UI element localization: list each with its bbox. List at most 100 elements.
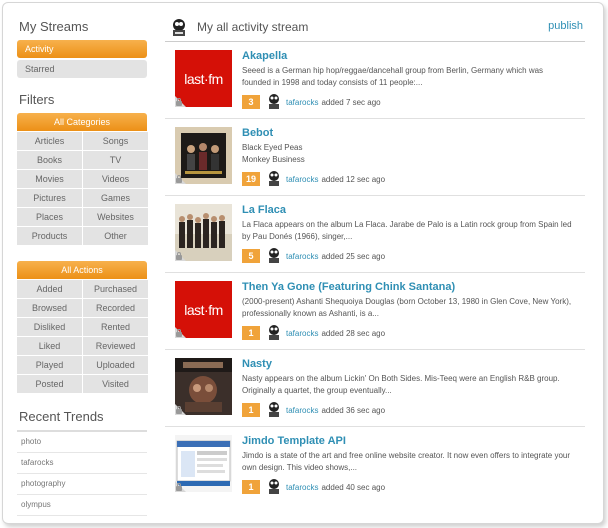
item-description: (2000-present) Ashanti Shequoiya Douglas…: [242, 297, 572, 318]
item-description: Nasty appears on the album Lickin' On Bo…: [242, 374, 560, 395]
action-added[interactable]: Added: [17, 280, 82, 298]
stream-activity[interactable]: Activity: [17, 40, 147, 58]
lock-icon: [176, 406, 182, 414]
action-time: added 12 sec ago: [321, 174, 386, 184]
item-thumbnail[interactable]: [175, 204, 232, 261]
list-item: Nasty Nasty appears on the album Lickin'…: [165, 350, 585, 427]
user-avatar-icon[interactable]: [266, 401, 282, 419]
item-meta: 1 tafarocks added 40 sec ago: [242, 479, 385, 495]
lock-icon: [176, 483, 182, 491]
action-purchased[interactable]: Purchased: [83, 280, 148, 298]
username-link[interactable]: tafarocks: [286, 406, 318, 415]
category-websites[interactable]: Websites: [83, 208, 148, 226]
trend-item[interactable]: photography: [17, 474, 147, 495]
username-link[interactable]: tafarocks: [286, 329, 318, 338]
all-categories-button[interactable]: All Categories: [17, 113, 147, 131]
category-movies[interactable]: Movies: [17, 170, 82, 188]
action-disliked[interactable]: Disliked: [17, 318, 82, 336]
item-meta: 19 tafarocks added 12 sec ago: [242, 171, 385, 187]
streams-heading: My Streams: [19, 19, 89, 34]
item-meta: 1 tafarocks added 28 sec ago: [242, 325, 385, 341]
sidebar: My Streams Activity Starred Filters All …: [17, 15, 148, 516]
lock-icon: [176, 175, 182, 183]
category-books[interactable]: Books: [17, 151, 82, 169]
stream-starred[interactable]: Starred: [17, 60, 147, 78]
stream-header: My all activity stream publish: [165, 13, 585, 42]
publish-link[interactable]: publish: [548, 20, 583, 32]
recent-trends-heading: Recent Trends: [19, 409, 104, 424]
item-description: Black Eyed Peas Monkey Business: [242, 143, 305, 164]
item-thumbnail[interactable]: [175, 358, 232, 415]
count-badge: 1: [242, 326, 260, 340]
item-description: Jimdo is a state of the art and free onl…: [242, 451, 571, 472]
item-thumbnail[interactable]: [175, 435, 232, 492]
action-reviewed[interactable]: Reviewed: [83, 337, 148, 355]
count-badge: 5: [242, 249, 260, 263]
lock-icon: [176, 252, 182, 260]
item-title[interactable]: Akapella: [242, 50, 287, 62]
action-rented[interactable]: Rented: [83, 318, 148, 336]
item-title[interactable]: Jimdo Template API: [242, 435, 346, 447]
trend-item[interactable]: photo: [17, 432, 147, 453]
action-time: added 25 sec ago: [321, 251, 386, 261]
category-places[interactable]: Places: [17, 208, 82, 226]
item-title[interactable]: Nasty: [242, 358, 272, 370]
item-description: Seeed is a German hip hop/reggae/danceha…: [242, 66, 544, 87]
username-link[interactable]: tafarocks: [286, 252, 318, 261]
username-link[interactable]: tafarocks: [286, 483, 318, 492]
list-item: last·fm Akapella Seeed is a German hip h…: [165, 42, 585, 119]
item-meta: 1 tafarocks added 36 sec ago: [242, 402, 385, 418]
category-pictures[interactable]: Pictures: [17, 189, 82, 207]
lock-icon: [176, 98, 182, 106]
action-liked[interactable]: Liked: [17, 337, 82, 355]
action-time: added 40 sec ago: [321, 482, 386, 492]
action-time: added 28 sec ago: [321, 328, 386, 338]
user-avatar[interactable]: [169, 17, 189, 42]
item-title[interactable]: Bebot: [242, 127, 273, 139]
username-link[interactable]: tafarocks: [286, 98, 318, 107]
list-item: Bebot Black Eyed Peas Monkey Business 19…: [165, 119, 585, 196]
count-badge: 1: [242, 480, 260, 494]
category-games[interactable]: Games: [83, 189, 148, 207]
trend-item[interactable]: tafarocks: [17, 453, 147, 474]
action-posted[interactable]: Posted: [17, 375, 82, 393]
item-thumbnail[interactable]: [175, 127, 232, 184]
item-title[interactable]: La Flaca: [242, 204, 286, 216]
username-link[interactable]: tafarocks: [286, 175, 318, 184]
action-time: added 7 sec ago: [321, 97, 381, 107]
user-avatar-icon[interactable]: [266, 324, 282, 342]
count-badge: 3: [242, 95, 260, 109]
action-uploaded[interactable]: Uploaded: [83, 356, 148, 374]
categories-grid: Articles Songs Books TV Movies Videos Pi…: [17, 132, 148, 245]
app-window: My Streams Activity Starred Filters All …: [2, 2, 604, 524]
page-title: My all activity stream: [197, 20, 309, 34]
action-recorded[interactable]: Recorded: [83, 299, 148, 317]
category-tv[interactable]: TV: [83, 151, 148, 169]
trend-item[interactable]: olympus: [17, 495, 147, 516]
user-avatar-icon[interactable]: [266, 247, 282, 265]
category-other[interactable]: Other: [83, 227, 148, 245]
lastfm-logo: last·fm: [184, 70, 223, 87]
item-meta: 3 tafarocks added 7 sec ago: [242, 94, 381, 110]
filters-heading: Filters: [19, 92, 55, 107]
list-item: La Flaca La Flaca appears on the album L…: [165, 196, 585, 273]
user-avatar-icon[interactable]: [266, 93, 282, 111]
count-badge: 1: [242, 403, 260, 417]
item-thumbnail[interactable]: last·fm: [175, 50, 232, 107]
user-avatar-icon[interactable]: [266, 478, 282, 496]
action-visited[interactable]: Visited: [83, 375, 148, 393]
category-videos[interactable]: Videos: [83, 170, 148, 188]
item-description: La Flaca appears on the album La Flaca. …: [242, 220, 572, 241]
action-browsed[interactable]: Browsed: [17, 299, 82, 317]
list-item: Jimdo Template API Jimdo is a state of t…: [165, 427, 585, 503]
action-played[interactable]: Played: [17, 356, 82, 374]
item-meta: 5 tafarocks added 25 sec ago: [242, 248, 385, 264]
item-thumbnail[interactable]: last·fm: [175, 281, 232, 338]
category-articles[interactable]: Articles: [17, 132, 82, 150]
user-avatar-icon[interactable]: [266, 170, 282, 188]
category-products[interactable]: Products: [17, 227, 82, 245]
all-actions-button[interactable]: All Actions: [17, 261, 147, 279]
item-title[interactable]: Then Ya Gone (Featuring Chink Santana): [242, 281, 455, 293]
category-songs[interactable]: Songs: [83, 132, 148, 150]
list-item: last·fm Then Ya Gone (Featuring Chink Sa…: [165, 273, 585, 350]
